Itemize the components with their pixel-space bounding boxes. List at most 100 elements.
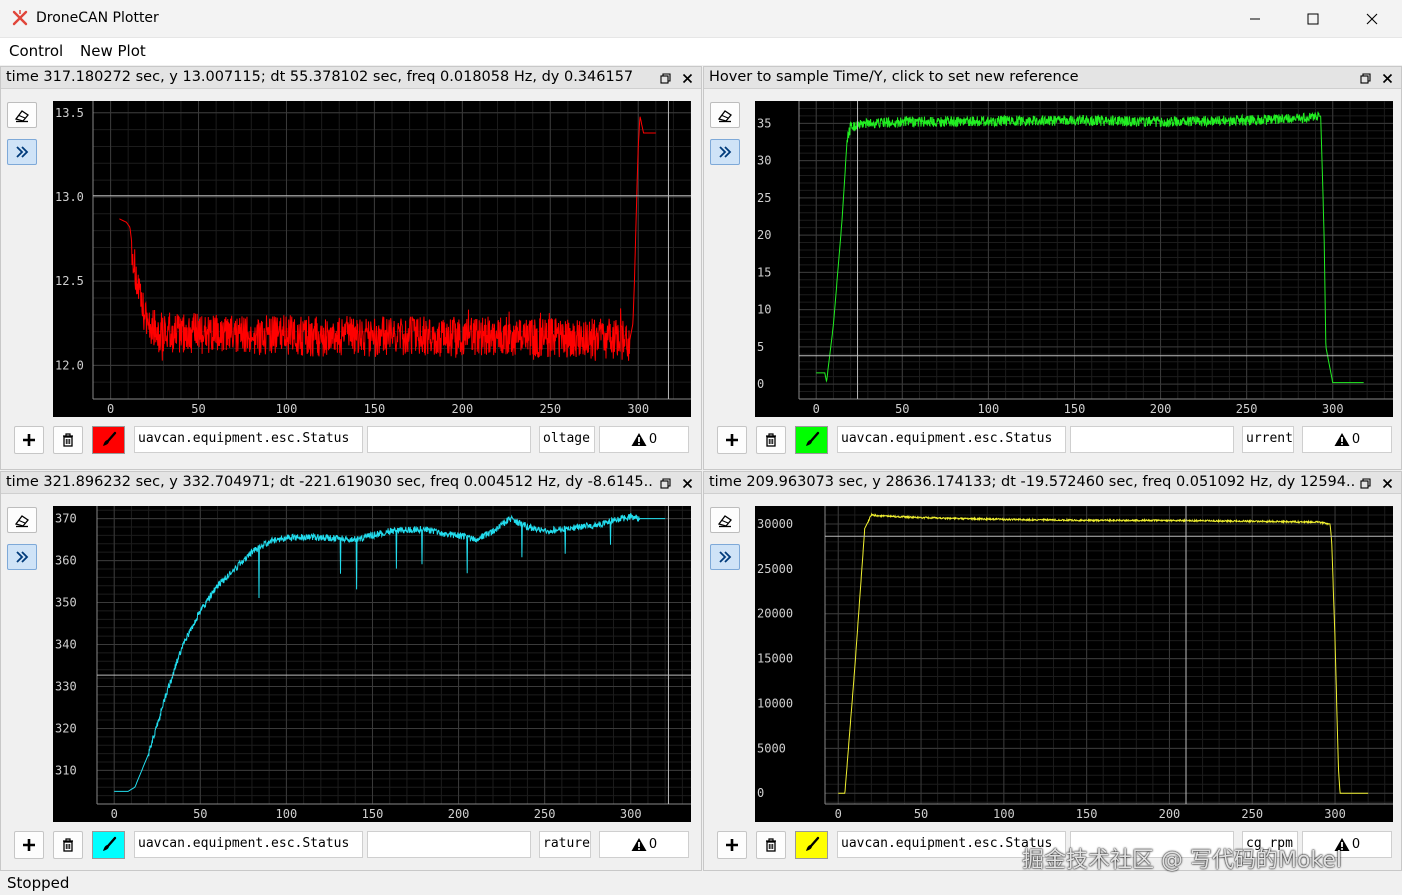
eraser-icon bbox=[14, 515, 29, 528]
panel-header: Hover to sample Time/Y, click to set new… bbox=[704, 67, 1401, 89]
restore-window-icon bbox=[1359, 477, 1371, 489]
watermark: 掘金技术社区 @ 写代码的Mokel bbox=[1022, 848, 1343, 873]
undock-button[interactable] bbox=[1357, 70, 1373, 86]
follow-button[interactable] bbox=[7, 544, 37, 570]
minimize-button[interactable] bbox=[1226, 0, 1284, 38]
plot-canvas[interactable]: 0 50 100 150 200 250 300 12.0 12.5 13.0 13.5 bbox=[53, 101, 691, 417]
y-tick-label: 320 bbox=[55, 721, 77, 735]
follow-button[interactable] bbox=[710, 544, 740, 570]
expression-field[interactable] bbox=[367, 831, 531, 858]
plot-panel-2: Hover to sample Time/Y, click to set new… bbox=[703, 66, 1402, 470]
fast-forward-icon bbox=[719, 551, 732, 563]
close-icon bbox=[682, 73, 692, 83]
trash-icon bbox=[766, 838, 776, 852]
follow-button[interactable] bbox=[7, 139, 37, 165]
field-name[interactable]: oltage bbox=[539, 426, 595, 453]
paint-brush-icon bbox=[102, 836, 116, 851]
warnings-indicator[interactable]: 0 bbox=[599, 831, 689, 858]
y-tick-label: 310 bbox=[55, 763, 77, 777]
x-tick-label: 200 bbox=[1159, 807, 1181, 821]
panel-header: time 321.896232 sec, y 332.704971; dt -2… bbox=[1, 472, 701, 494]
status-bar: Stopped bbox=[0, 872, 1402, 895]
x-tick-label: 250 bbox=[534, 807, 556, 821]
remove-series-button[interactable] bbox=[53, 426, 83, 454]
add-series-button[interactable] bbox=[717, 831, 747, 859]
undock-button[interactable] bbox=[1357, 475, 1373, 491]
add-series-button[interactable] bbox=[14, 426, 44, 454]
restore-window-icon bbox=[1359, 72, 1371, 84]
maximize-button[interactable] bbox=[1284, 0, 1342, 38]
x-tick-label: 100 bbox=[276, 402, 298, 416]
close-panel-button[interactable] bbox=[679, 70, 695, 86]
close-panel-button[interactable] bbox=[1379, 475, 1395, 491]
x-tick-label: 50 bbox=[191, 402, 205, 416]
x-tick-label: 300 bbox=[1322, 402, 1344, 416]
maximize-icon bbox=[1307, 13, 1319, 25]
fast-forward-icon bbox=[719, 146, 732, 158]
x-tick-label: 50 bbox=[914, 807, 928, 821]
plot-canvas[interactable]: 0 50 100 150 200 250 300 0 5000 10000 15000 20000 25… bbox=[755, 506, 1393, 822]
menu-new-plot[interactable]: New Plot bbox=[80, 42, 146, 60]
clear-plot-button[interactable] bbox=[710, 102, 740, 128]
plot-svg: 0 50 100 150 200 250 300 0 5 10 15 20 25 30 35 bbox=[757, 101, 1393, 416]
panel-readout: time 209.963073 sec, y 28636.174133; dt … bbox=[709, 474, 1356, 490]
close-icon bbox=[682, 478, 692, 488]
plot-canvas[interactable]: 0 50 100 150 200 250 300 0 5 10 15 20 25 30 35 bbox=[755, 101, 1393, 417]
x-tick-label: 100 bbox=[276, 807, 298, 821]
menu-control[interactable]: Control bbox=[9, 42, 63, 60]
close-icon bbox=[1382, 478, 1392, 488]
field-name[interactable]: urrent bbox=[1242, 426, 1294, 453]
follow-button[interactable] bbox=[710, 139, 740, 165]
plot-canvas[interactable]: 0 50 100 150 200 250 300 310 320 330 340 350 360 370 bbox=[53, 506, 691, 822]
field-name[interactable]: rature bbox=[539, 831, 591, 858]
remove-series-button[interactable] bbox=[756, 426, 786, 454]
message-type-field[interactable]: uavcan.equipment.esc.Status bbox=[837, 426, 1066, 453]
panel-readout: time 317.180272 sec, y 13.007115; dt 55.… bbox=[6, 69, 634, 85]
y-tick-label: 0 bbox=[757, 786, 764, 800]
warnings-indicator[interactable]: 0 bbox=[599, 426, 689, 453]
app-logo-icon bbox=[12, 10, 28, 26]
restore-window-icon bbox=[659, 477, 671, 489]
x-tick-label: 250 bbox=[539, 402, 561, 416]
clear-plot-button[interactable] bbox=[7, 102, 37, 128]
undock-button[interactable] bbox=[657, 475, 673, 491]
panel-readout: Hover to sample Time/Y, click to set new… bbox=[709, 69, 1079, 85]
series-color-button[interactable] bbox=[795, 831, 828, 859]
series-color-button[interactable] bbox=[92, 426, 125, 454]
x-tick-label: 250 bbox=[1241, 807, 1263, 821]
clear-plot-button[interactable] bbox=[710, 507, 740, 533]
x-tick-label: 150 bbox=[362, 807, 384, 821]
undock-button[interactable] bbox=[657, 70, 673, 86]
message-type-field[interactable]: uavcan.equipment.esc.Status bbox=[134, 426, 363, 453]
y-tick-label: 25 bbox=[757, 191, 771, 205]
trash-icon bbox=[766, 433, 776, 447]
add-series-button[interactable] bbox=[717, 426, 747, 454]
remove-series-button[interactable] bbox=[53, 831, 83, 859]
expression-field[interactable] bbox=[367, 426, 531, 453]
expression-field[interactable] bbox=[1070, 426, 1234, 453]
close-button[interactable] bbox=[1343, 0, 1401, 38]
close-panel-button[interactable] bbox=[679, 475, 695, 491]
series-color-button[interactable] bbox=[92, 831, 125, 859]
y-tick-label: 360 bbox=[55, 554, 77, 568]
status-text: Stopped bbox=[7, 874, 70, 892]
warnings-indicator[interactable]: 0 bbox=[1302, 426, 1392, 453]
eraser-icon bbox=[717, 110, 732, 123]
x-tick-label: 0 bbox=[835, 807, 842, 821]
clear-plot-button[interactable] bbox=[7, 507, 37, 533]
x-tick-label: 200 bbox=[1150, 402, 1172, 416]
message-type-field[interactable]: uavcan.equipment.esc.Status bbox=[134, 831, 363, 858]
warning-count: 0 bbox=[1351, 432, 1361, 447]
x-tick-label: 100 bbox=[993, 807, 1015, 821]
plot-svg: 0 50 100 150 200 250 300 12.0 12.5 13.0 13.5 bbox=[55, 101, 691, 416]
plus-icon bbox=[726, 434, 738, 446]
remove-series-button[interactable] bbox=[756, 831, 786, 859]
close-panel-button[interactable] bbox=[1379, 70, 1395, 86]
series-line bbox=[119, 116, 656, 361]
add-series-button[interactable] bbox=[14, 831, 44, 859]
series-color-button[interactable] bbox=[795, 426, 828, 454]
series-controls: uavcan.equipment.esc.Status urrent 0 bbox=[704, 426, 1401, 456]
x-tick-label: 300 bbox=[1324, 807, 1346, 821]
y-tick-label: 13.0 bbox=[55, 190, 84, 204]
y-tick-label: 20 bbox=[757, 228, 771, 242]
